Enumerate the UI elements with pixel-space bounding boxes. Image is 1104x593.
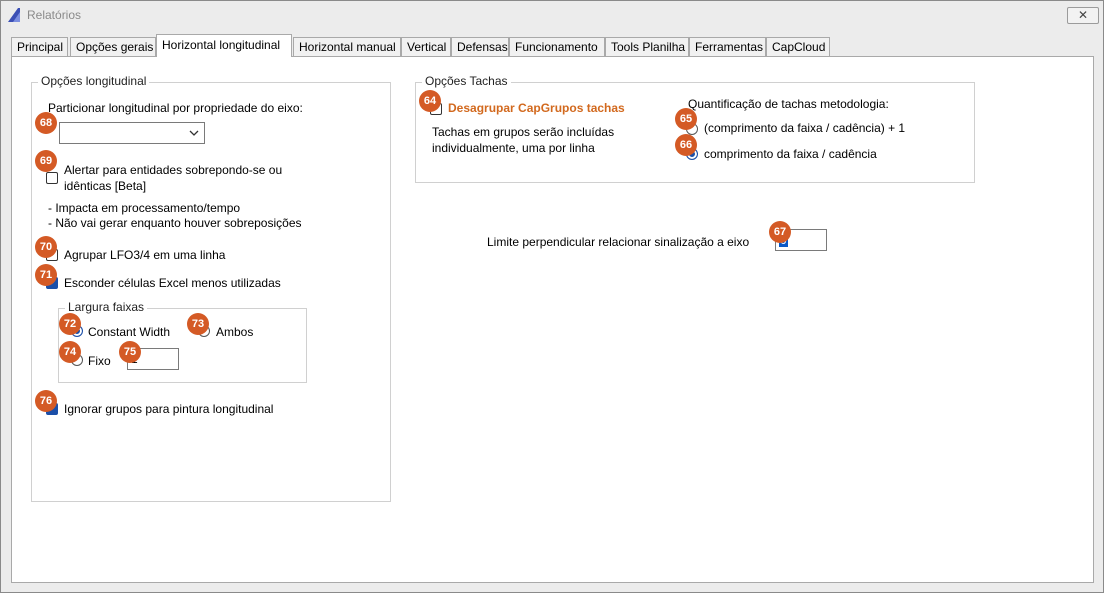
ungroup-tachas-label: Desagrupar CapGrupos tachas xyxy=(448,101,625,115)
tab-panel-horizontal-longitudinal: Opções longitudinal Particionar longitud… xyxy=(11,56,1094,583)
group-lfo-label: Agrupar LFO3/4 em uma linha xyxy=(64,248,226,262)
title-bar: Relatórios ✕ xyxy=(1,1,1103,29)
badge-65: 65 xyxy=(675,108,697,130)
badge-74: 74 xyxy=(59,341,81,363)
badge-69: 69 xyxy=(35,150,57,172)
chevron-down-icon xyxy=(189,130,199,136)
ignore-groups-label: Ignorar grupos para pintura longitudinal xyxy=(64,402,274,416)
window-title: Relatórios xyxy=(27,8,82,22)
close-icon: ✕ xyxy=(1077,8,1089,22)
tab-strip: Principal Opções gerais Horizontal longi… xyxy=(11,34,1101,57)
ungroup-desc-line2: individualmente, uma por linha xyxy=(432,141,595,155)
tab-defensas[interactable]: Defensas xyxy=(451,37,509,56)
lane-width-group: Largura faixas Constant Width Ambos Fixo… xyxy=(58,300,307,383)
tab-capcloud[interactable]: CapCloud xyxy=(766,37,830,56)
tab-opcoes-gerais[interactable]: Opções gerais xyxy=(70,37,156,56)
badge-64: 64 xyxy=(419,90,441,112)
alert-overlap-checkbox[interactable] xyxy=(46,172,58,184)
longitudinal-options-group: Opções longitudinal Particionar longitud… xyxy=(31,74,391,502)
quantification-label: Quantificação de tachas metodologia: xyxy=(688,97,889,111)
hide-cells-label: Esconder células Excel menos utilizadas xyxy=(64,276,281,290)
tab-principal[interactable]: Principal xyxy=(11,37,68,56)
quant-option2-label: comprimento da faixa / cadência xyxy=(704,147,877,161)
impact-note-line2: - Não vai gerar enquanto houver sobrepos… xyxy=(48,216,302,230)
lane-width-group-title: Largura faixas xyxy=(65,300,148,314)
tab-funcionamento[interactable]: Funcionamento xyxy=(509,37,605,56)
both-label: Ambos xyxy=(216,325,254,339)
close-button[interactable]: ✕ xyxy=(1067,7,1099,24)
badge-70: 70 xyxy=(35,236,57,258)
impact-note-line1: - Impacta em processamento/tempo xyxy=(48,201,241,215)
badge-75: 75 xyxy=(119,341,141,363)
quant-option1-label: (comprimento da faixa / cadência) + 1 xyxy=(704,121,906,135)
tachas-options-group: Opções Tachas Desagrupar CapGrupos tacha… xyxy=(415,74,975,183)
badge-68: 68 xyxy=(35,112,57,134)
tab-horizontal-longitudinal[interactable]: Horizontal longitudinal xyxy=(156,34,292,57)
tab-horizontal-manual[interactable]: Horizontal manual xyxy=(293,37,401,56)
tachas-group-title: Opções Tachas xyxy=(422,74,511,88)
badge-71: 71 xyxy=(35,264,57,286)
badge-66: 66 xyxy=(675,134,697,156)
tab-vertical[interactable]: Vertical xyxy=(401,37,451,56)
alert-overlap-label-line2: idênticas [Beta] xyxy=(64,179,147,193)
fixed-label: Fixo xyxy=(88,354,111,368)
perpendicular-limit-label: Limite perpendicular relacionar sinaliza… xyxy=(487,235,750,249)
partition-label: Particionar longitudinal por propriedade… xyxy=(48,101,303,115)
constant-width-label: Constant Width xyxy=(88,325,171,339)
ungroup-desc-line1: Tachas em grupos serão incluídas xyxy=(432,125,615,139)
badge-67: 67 xyxy=(769,221,791,243)
app-logo-icon xyxy=(8,8,20,22)
badge-72: 72 xyxy=(59,313,81,335)
report-window: Relatórios ✕ Principal Opções gerais Hor… xyxy=(0,0,1104,593)
badge-73: 73 xyxy=(187,313,209,335)
alert-overlap-label-line1: Alertar para entidades sobrepondo-se ou xyxy=(64,163,283,177)
longitudinal-group-title: Opções longitudinal xyxy=(38,74,150,88)
badge-76: 76 xyxy=(35,390,57,412)
tab-ferramentas[interactable]: Ferramentas xyxy=(689,37,766,56)
tab-tools-planilha[interactable]: Tools Planilha xyxy=(605,37,689,56)
partition-property-combo[interactable] xyxy=(59,122,205,144)
